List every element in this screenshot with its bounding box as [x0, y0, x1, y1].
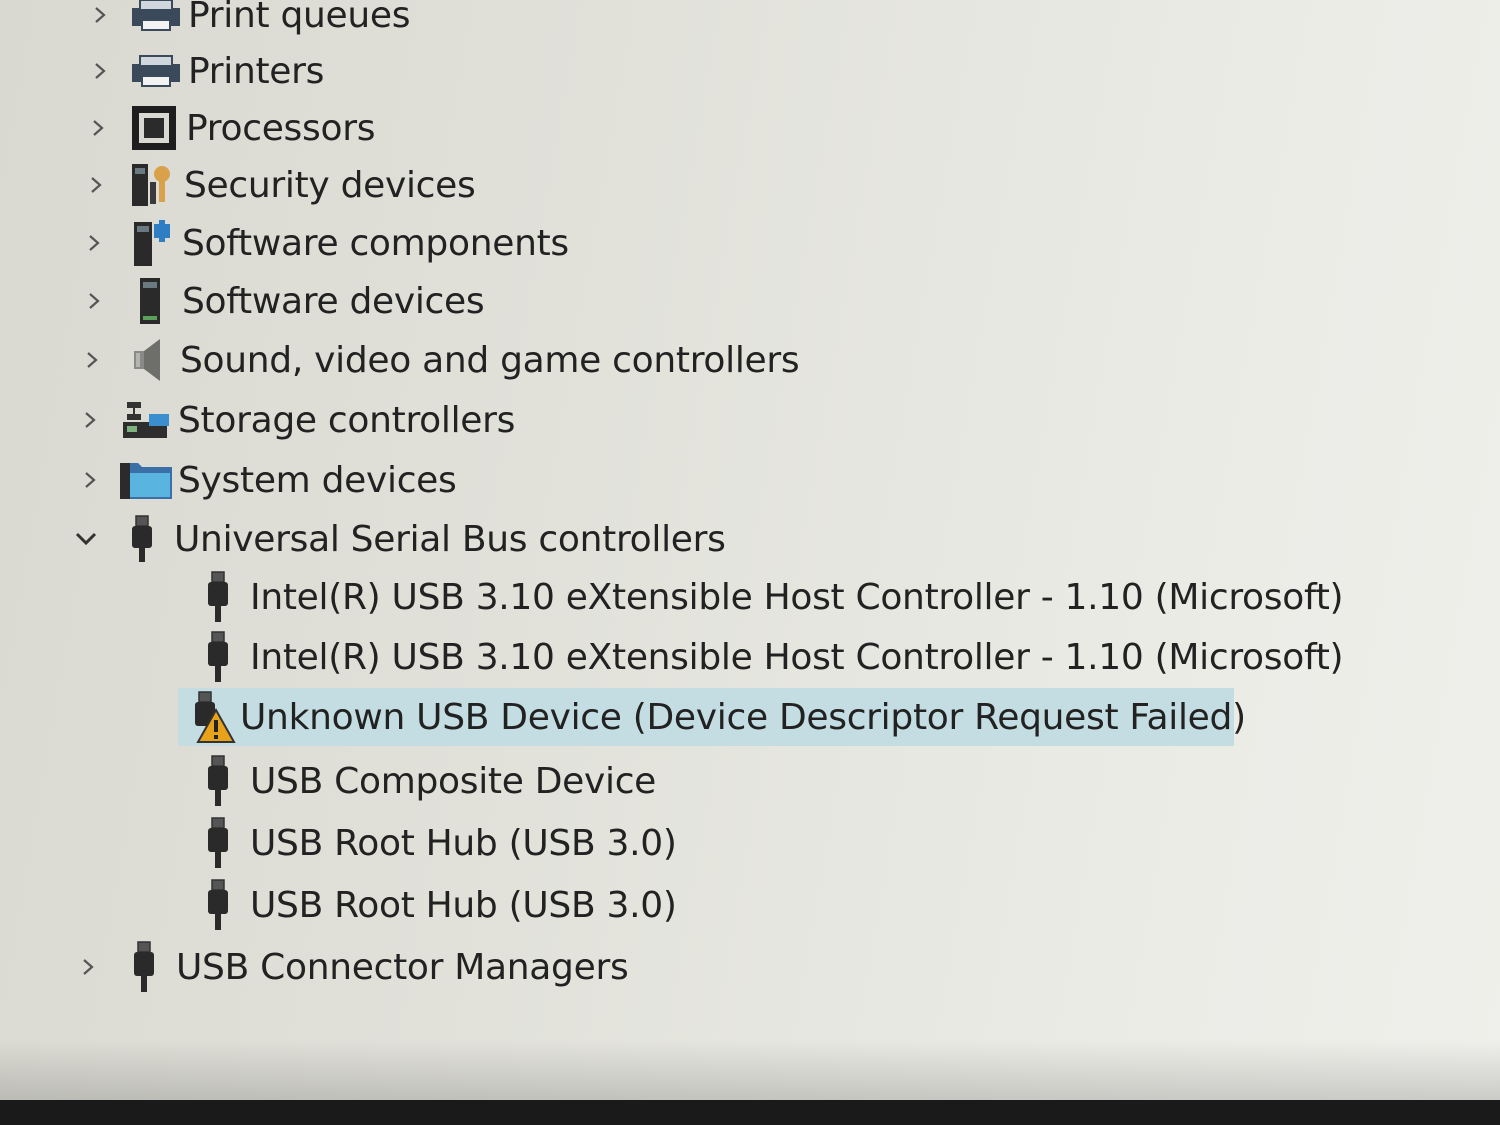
tree-item-label: USB Composite Device	[250, 760, 657, 802]
chevron-right-icon[interactable]	[70, 460, 110, 500]
software-device-icon	[122, 276, 178, 326]
tree-item-label: Software components	[182, 222, 569, 264]
screen-shadow	[0, 1040, 1500, 1100]
chevron-right-icon[interactable]	[80, 51, 120, 91]
security-device-icon	[124, 160, 180, 210]
tree-item-label: Intel(R) USB 3.10 eXtensible Host Contro…	[250, 576, 1344, 618]
system-folder-icon	[118, 455, 174, 505]
usb-device-unknown-selected[interactable]: Unknown USB Device (Device Descriptor Re…	[178, 688, 1246, 746]
storage-controller-icon	[118, 395, 174, 445]
tree-item-usb-connector-managers[interactable]: USB Connector Managers	[68, 938, 629, 996]
usb-warning-icon	[190, 691, 236, 743]
tree-item-label: USB Root Hub (USB 3.0)	[250, 822, 677, 864]
tree-item-label: Unknown USB Device (Device Descriptor Re…	[240, 696, 1246, 738]
chevron-right-icon[interactable]	[74, 223, 114, 263]
tree-item-label: USB Root Hub (USB 3.0)	[250, 884, 677, 926]
tree-item-software-devices[interactable]: Software devices	[74, 272, 485, 330]
printer-icon	[128, 46, 184, 96]
usb-plug-icon	[190, 755, 246, 806]
chevron-right-icon[interactable]	[72, 340, 112, 380]
tree-item-label: System devices	[178, 459, 457, 501]
device-tree: Print queues Printers Processors Securit…	[0, 0, 1500, 1100]
usb-plug-icon	[116, 941, 172, 992]
tree-item-label: Processors	[186, 107, 376, 149]
usb-device-root-hub-2[interactable]: USB Root Hub (USB 3.0)	[190, 876, 677, 934]
tree-item-label: Intel(R) USB 3.10 eXtensible Host Contro…	[250, 636, 1344, 678]
tree-item-printers[interactable]: Printers	[80, 42, 324, 100]
tree-item-label: Security devices	[184, 164, 476, 206]
processor-icon	[126, 103, 182, 153]
tree-item-system-devices[interactable]: System devices	[70, 451, 457, 509]
tree-item-label: USB Connector Managers	[176, 946, 629, 988]
printer-icon	[128, 0, 184, 40]
software-component-icon	[122, 218, 178, 268]
chevron-right-icon[interactable]	[76, 165, 116, 205]
usb-plug-icon	[114, 514, 170, 564]
usb-device-intel-host-controller-2[interactable]: Intel(R) USB 3.10 eXtensible Host Contro…	[190, 628, 1344, 686]
chevron-right-icon[interactable]	[80, 0, 120, 35]
chevron-right-icon[interactable]	[74, 281, 114, 321]
tree-item-print-queues[interactable]: Print queues	[80, 0, 411, 44]
tree-item-label: Software devices	[182, 280, 485, 322]
usb-plug-icon	[190, 817, 246, 868]
usb-plug-icon	[190, 631, 246, 682]
tree-item-sound-video-game[interactable]: Sound, video and game controllers	[72, 331, 800, 389]
tree-item-processors[interactable]: Processors	[78, 99, 375, 157]
tree-item-label: Storage controllers	[178, 399, 516, 441]
usb-plug-icon	[190, 879, 246, 930]
tree-item-label: Print queues	[188, 0, 411, 36]
usb-plug-icon	[190, 571, 246, 622]
usb-device-composite[interactable]: USB Composite Device	[190, 752, 656, 810]
speaker-icon	[120, 335, 176, 385]
screen-bezel	[0, 1100, 1500, 1125]
tree-item-usb-controllers[interactable]: Universal Serial Bus controllers	[66, 510, 726, 568]
tree-item-label: Printers	[188, 50, 325, 92]
tree-item-label: Universal Serial Bus controllers	[174, 518, 726, 560]
tree-item-label: Sound, video and game controllers	[180, 339, 800, 381]
tree-item-storage-controllers[interactable]: Storage controllers	[70, 391, 515, 449]
usb-device-root-hub-1[interactable]: USB Root Hub (USB 3.0)	[190, 814, 677, 872]
chevron-right-icon[interactable]	[70, 400, 110, 440]
chevron-down-icon[interactable]	[66, 519, 106, 559]
usb-device-intel-host-controller-1[interactable]: Intel(R) USB 3.10 eXtensible Host Contro…	[190, 568, 1344, 626]
tree-item-security-devices[interactable]: Security devices	[76, 156, 476, 214]
tree-item-software-components[interactable]: Software components	[74, 214, 569, 272]
chevron-right-icon[interactable]	[78, 108, 118, 148]
chevron-right-icon[interactable]	[68, 947, 108, 987]
